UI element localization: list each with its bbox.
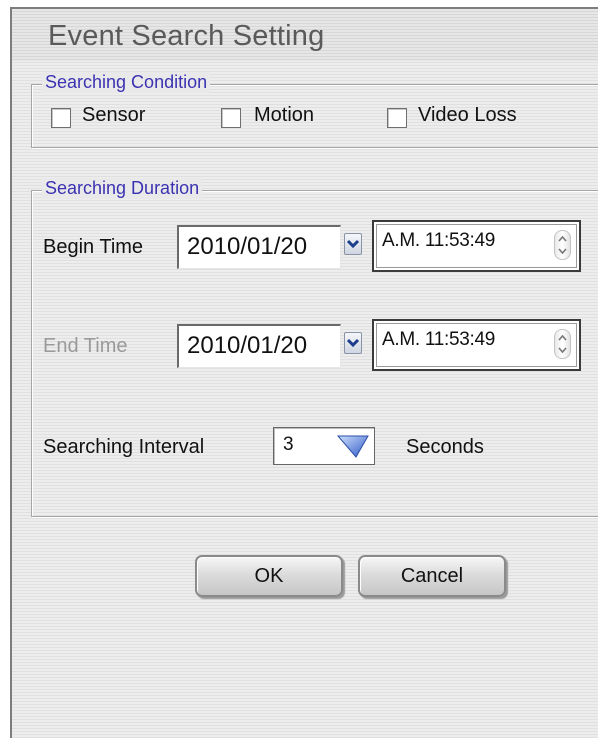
begin-time-field[interactable]: A.M. 11:53:49 — [372, 220, 581, 272]
begin-time-spinner[interactable] — [554, 230, 571, 260]
dialog-title: Event Search Setting — [48, 20, 325, 52]
end-date-dropdown-button[interactable] — [344, 332, 362, 354]
spinner-icon — [558, 334, 567, 354]
end-date-field[interactable]: 2010/01/20 — [177, 324, 341, 368]
begin-date-value: 2010/01/20 — [187, 233, 308, 260]
chevron-down-icon — [346, 338, 360, 348]
end-time-label: End Time — [43, 335, 128, 357]
motion-label[interactable]: Motion — [254, 104, 314, 127]
sensor-label[interactable]: Sensor — [82, 104, 145, 127]
end-time-field[interactable]: A.M. 11:53:49 — [372, 319, 581, 371]
end-time-value: A.M. 11:53:49 — [382, 329, 495, 350]
searching-interval-select[interactable]: 3 — [273, 427, 375, 465]
video-loss-label[interactable]: Video Loss — [418, 104, 517, 127]
motion-checkbox[interactable] — [221, 108, 241, 128]
end-time-spinner[interactable] — [554, 329, 571, 359]
searching-duration-legend: Searching Duration — [42, 178, 203, 199]
searching-interval-value: 3 — [283, 434, 294, 455]
searching-duration-group: Searching Duration Begin Time 2010/01/20… — [31, 178, 598, 517]
chevron-down-icon — [346, 239, 360, 249]
video-loss-checkbox[interactable] — [387, 108, 407, 128]
sensor-checkbox[interactable] — [51, 108, 71, 128]
searching-interval-label: Searching Interval — [43, 436, 205, 458]
spinner-icon — [558, 235, 567, 255]
end-date-value: 2010/01/20 — [187, 332, 308, 359]
searching-condition-group: Searching Condition Sensor Motion Video … — [31, 72, 598, 148]
begin-date-dropdown-button[interactable] — [344, 233, 362, 255]
cancel-button[interactable]: Cancel — [358, 555, 506, 597]
begin-time-label: Begin Time — [43, 236, 144, 258]
title-bar: Event Search Setting — [12, 9, 598, 61]
event-search-dialog: Event Search Setting Searching Condition… — [10, 7, 598, 738]
begin-time-value: A.M. 11:53:49 — [382, 230, 495, 251]
seconds-label: Seconds — [406, 436, 484, 458]
ok-button[interactable]: OK — [195, 555, 343, 597]
begin-date-field[interactable]: 2010/01/20 — [177, 225, 341, 269]
searching-condition-legend: Searching Condition — [42, 72, 211, 93]
triangle-down-icon[interactable] — [336, 433, 370, 459]
